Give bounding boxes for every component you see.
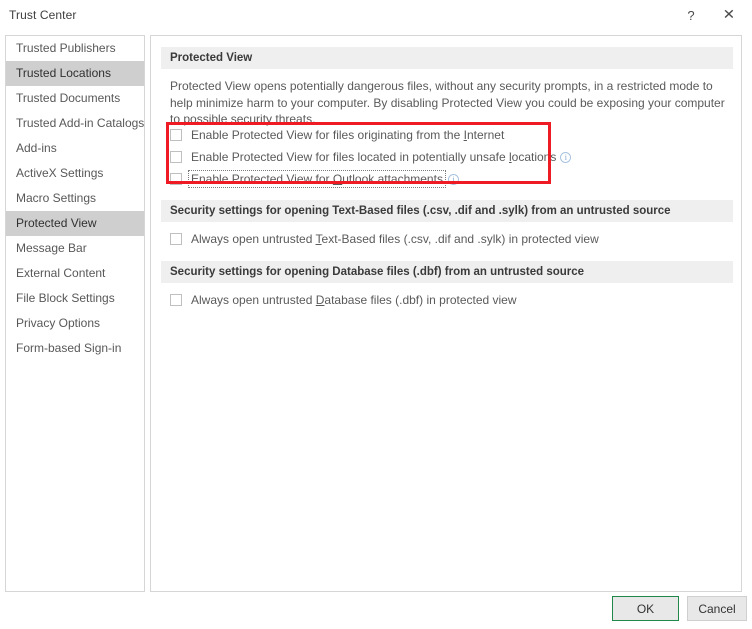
- window-title: Trust Center: [9, 8, 77, 22]
- title-bar: Trust Center ? ✕: [0, 0, 752, 31]
- database-protected-view-checkbox[interactable]: [170, 294, 182, 306]
- sidebar-item-protected-view[interactable]: Protected View: [6, 211, 144, 236]
- sidebar-item-label: Privacy Options: [16, 316, 101, 330]
- sidebar-item-add-ins[interactable]: Add-ins: [6, 136, 144, 161]
- sidebar-item-label: Trusted Publishers: [16, 41, 116, 55]
- sidebar-item-label: Trusted Documents: [16, 91, 121, 105]
- protected-view-internet-checkbox[interactable]: [170, 129, 182, 141]
- checkbox-row-text-based-protected-view[interactable]: Always open untrusted Text-Based files (…: [170, 230, 599, 248]
- text-based-protected-view-checkbox[interactable]: [170, 233, 182, 245]
- sidebar-item-label: Protected View: [16, 216, 97, 230]
- sidebar-item-label: Add-ins: [16, 141, 57, 155]
- checkbox-row-internet[interactable]: Enable Protected View for files originat…: [170, 126, 504, 144]
- sidebar-item-trusted-locations[interactable]: Trusted Locations: [6, 61, 144, 86]
- info-icon[interactable]: i: [447, 173, 459, 185]
- ok-button[interactable]: OK: [612, 596, 679, 621]
- sidebar-item-trusted-documents[interactable]: Trusted Documents: [6, 86, 144, 111]
- text-based-protected-view-label[interactable]: Always open untrusted Text-Based files (…: [191, 232, 599, 246]
- sidebar-item-activex-settings[interactable]: ActiveX Settings: [6, 161, 144, 186]
- help-button[interactable]: ?: [671, 0, 711, 30]
- sidebar-item-label: File Block Settings: [16, 291, 115, 305]
- sidebar-item-label: ActiveX Settings: [16, 166, 104, 180]
- sidebar-item-label: External Content: [16, 266, 106, 280]
- section-header-text-based-files: Security settings for opening Text-Based…: [161, 200, 733, 222]
- info-icon[interactable]: i: [560, 151, 572, 163]
- checkbox-row-unsafe-locations[interactable]: Enable Protected View for files located …: [170, 148, 572, 166]
- sidebar-item-label: Form-based Sign-in: [16, 341, 122, 355]
- protected-view-unsafe-locations-checkbox[interactable]: [170, 151, 182, 163]
- sidebar-item-label: Macro Settings: [16, 191, 97, 205]
- sidebar-item-label: Trusted Locations: [16, 66, 111, 80]
- checkbox-row-outlook-attachments[interactable]: Enable Protected View for Outlook attach…: [170, 170, 459, 188]
- sidebar-item-macro-settings[interactable]: Macro Settings: [6, 186, 144, 211]
- sidebar-item-label: Trusted Add-in Catalogs: [16, 116, 145, 130]
- section-header-database-files: Security settings for opening Database f…: [161, 261, 733, 283]
- close-button[interactable]: ✕: [709, 0, 749, 30]
- question-mark-icon: ?: [687, 7, 695, 23]
- cancel-button[interactable]: Cancel: [687, 596, 747, 621]
- sidebar-item-form-based-sign-in[interactable]: Form-based Sign-in: [6, 336, 144, 361]
- sidebar-item-external-content[interactable]: External Content: [6, 261, 144, 286]
- sidebar-item-trusted-add-in-catalogs[interactable]: Trusted Add-in Catalogs: [6, 111, 144, 136]
- database-protected-view-label[interactable]: Always open untrusted Database files (.d…: [191, 293, 517, 307]
- sidebar-item-file-block-settings[interactable]: File Block Settings: [6, 286, 144, 311]
- checkbox-row-database-protected-view[interactable]: Always open untrusted Database files (.d…: [170, 291, 517, 309]
- section-header-protected-view: Protected View: [161, 47, 733, 69]
- close-x-icon: ✕: [722, 7, 736, 23]
- settings-main-panel: Protected View Protected View opens pote…: [150, 35, 742, 592]
- protected-view-internet-label[interactable]: Enable Protected View for files originat…: [191, 128, 504, 142]
- sidebar-item-privacy-options[interactable]: Privacy Options: [6, 311, 144, 336]
- protected-view-outlook-attachments-label[interactable]: Enable Protected View for Outlook attach…: [188, 170, 446, 188]
- protected-view-unsafe-locations-label[interactable]: Enable Protected View for files located …: [191, 150, 556, 164]
- protected-view-description: Protected View opens potentially dangero…: [170, 79, 725, 126]
- sidebar-item-message-bar[interactable]: Message Bar: [6, 236, 144, 261]
- protected-view-outlook-attachments-checkbox[interactable]: [170, 173, 182, 185]
- category-sidebar: Trusted Publishers Trusted Locations Trust…: [5, 35, 145, 592]
- sidebar-item-label: Message Bar: [16, 241, 87, 255]
- sidebar-item-trusted-publishers[interactable]: Trusted Publishers: [6, 36, 144, 61]
